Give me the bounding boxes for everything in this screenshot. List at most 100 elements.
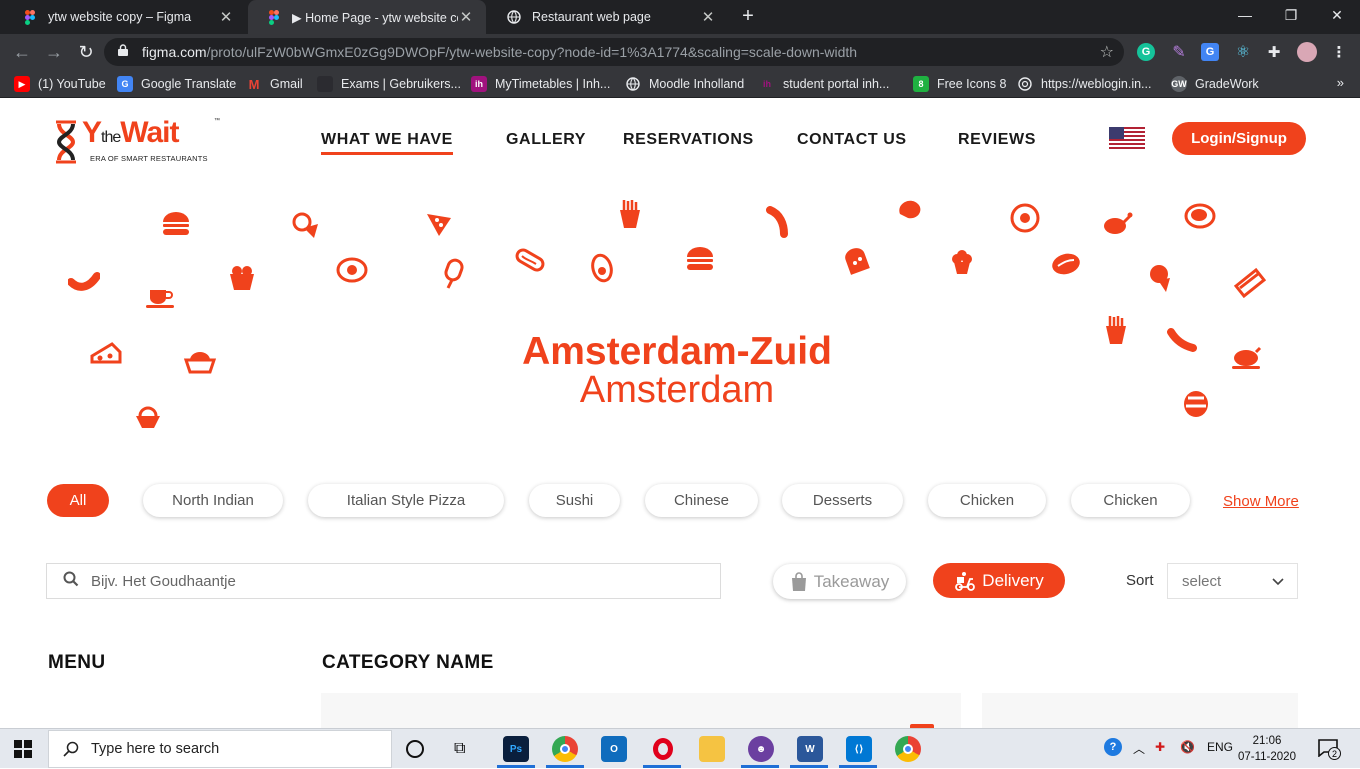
delivery-toggle[interactable]: Delivery [933, 563, 1065, 598]
menu-dots-icon[interactable]: ⋮ [1330, 43, 1348, 61]
avatar[interactable] [1297, 42, 1317, 62]
category-chip-chicken[interactable]: Chicken [928, 484, 1046, 517]
gmail-icon: M [248, 76, 260, 92]
minimize-button[interactable]: — [1222, 0, 1268, 30]
bookmark-icons8[interactable]: 8 Free Icons 8 [913, 76, 1006, 92]
clock[interactable]: 21:06 07-11-2020 [1238, 733, 1296, 765]
taskbar-search-input[interactable]: Type here to search [48, 730, 392, 768]
bookmark-label: GradeWork [1195, 77, 1259, 91]
back-icon[interactable]: ← [10, 40, 34, 64]
figma-icon [266, 9, 282, 25]
bookmark-exams[interactable]: Exams | Gebruikers... [317, 76, 461, 92]
nav-reviews[interactable]: REVIEWS [958, 131, 1036, 149]
category-chip-desserts[interactable]: Desserts [782, 484, 903, 517]
tab-title: ytw website copy – Figma [48, 10, 192, 24]
tab-home-page[interactable]: ▶ Home Page - ytw website copy ✕ [248, 0, 486, 34]
grammarly-icon[interactable]: G [1137, 43, 1155, 61]
chrome-icon[interactable] [552, 736, 578, 762]
bookmark-star-icon[interactable]: ☆ [1100, 42, 1114, 62]
nav-reservations[interactable]: RESERVATIONS [623, 131, 754, 149]
vscode-icon[interactable]: ⟨⟩ [846, 736, 872, 762]
bookmark-label: Moodle Inholland [649, 77, 745, 91]
bookmark-youtube[interactable]: ▶ (1) YouTube [14, 76, 106, 92]
category-chip-sushi[interactable]: Sushi [529, 484, 620, 517]
bookmark-mytimetables[interactable]: ih MyTimetables | Inh... [471, 76, 610, 92]
close-icon[interactable]: ✕ [700, 8, 716, 26]
sandwich-icon [1234, 267, 1266, 298]
bookmark-moodle[interactable]: Moodle Inholland [625, 76, 744, 92]
translate-icon[interactable]: G [1201, 43, 1219, 61]
bookmark-gmail[interactable]: M Gmail [246, 76, 303, 92]
coffee-cup-icon [146, 290, 174, 308]
volume-icon[interactable]: 🔇 [1180, 740, 1195, 754]
file-explorer-icon[interactable] [699, 736, 725, 762]
fried-egg-icon [336, 257, 368, 283]
chevron-up-icon[interactable]: ︿ [1133, 740, 1145, 757]
language-indicator[interactable]: ENG [1207, 740, 1233, 754]
bookmark-label: Gmail [270, 77, 303, 91]
cortana-icon[interactable] [406, 740, 424, 758]
bookmark-translate[interactable]: G Google Translate [117, 76, 236, 92]
sausage-icon [68, 272, 100, 291]
react-icon[interactable]: ⚛ [1234, 43, 1252, 61]
nav-contact-us[interactable]: CONTACT US [797, 131, 907, 149]
close-icon[interactable]: ✕ [458, 8, 474, 26]
app-cat-icon[interactable]: ☻ [748, 736, 774, 762]
us-flag-icon[interactable] [1109, 127, 1145, 151]
restaurant-card[interactable] [321, 693, 961, 728]
feather-icon[interactable]: ✎ [1170, 43, 1188, 61]
new-tab-button[interactable]: + [737, 5, 759, 27]
clock-date: 07-11-2020 [1238, 751, 1296, 763]
tab-title: Restaurant web page [532, 10, 651, 24]
pizza-slice-icon [427, 214, 451, 236]
windows-start-icon[interactable] [14, 740, 32, 763]
help-icon[interactable]: ? [1104, 738, 1122, 756]
word-icon[interactable]: W [797, 736, 823, 762]
outlook-icon[interactable]: O [601, 736, 627, 762]
nav-gallery[interactable]: GALLERY [506, 131, 586, 149]
category-chip-north-indian[interactable]: North Indian [143, 484, 283, 517]
task-view-icon[interactable]: ⧉ [454, 740, 465, 758]
forward-icon[interactable]: → [42, 40, 66, 64]
opera-icon[interactable] [650, 736, 676, 762]
hot-dog-icon [515, 248, 545, 272]
bookmark-label: https://weblogin.in... [1041, 77, 1152, 91]
sort-label: Sort [1126, 572, 1154, 589]
bookmark-student-portal[interactable]: ih student portal inh... [759, 76, 889, 92]
category-chip-chinese[interactable]: Chinese [645, 484, 758, 517]
bookmark-gradework[interactable]: GW GradeWork [1171, 76, 1259, 92]
tab-figma[interactable]: ytw website copy – Figma ✕ [4, 0, 246, 34]
browser-tab-strip: ytw website copy – Figma ✕ ▶ Home Page -… [0, 0, 1360, 34]
close-window-button[interactable]: ✕ [1314, 0, 1360, 30]
youtube-icon: ▶ [14, 76, 30, 92]
globe-icon [506, 9, 522, 25]
extensions-icon[interactable]: ✚ [1265, 43, 1283, 61]
takeaway-label: Takeaway [813, 571, 890, 591]
restaurant-card[interactable] [982, 693, 1298, 728]
show-more-link[interactable]: Show More [1223, 493, 1299, 510]
restaurant-search-input[interactable]: Bijv. Het Goudhaantje [46, 563, 721, 599]
tab-restaurant[interactable]: Restaurant web page ✕ [488, 0, 728, 34]
close-icon[interactable]: ✕ [218, 8, 234, 26]
category-chip-all[interactable]: All [47, 484, 109, 517]
login-signup-button[interactable]: Login/Signup [1172, 122, 1306, 155]
photoshop-icon[interactable]: Ps [503, 736, 529, 762]
notifications-icon[interactable]: 2 [1318, 739, 1341, 760]
bookmark-label: Exams | Gebruikers... [341, 77, 461, 91]
logo[interactable]: YtheWait ™ ERA OF SMART RESTAURANTS [52, 116, 222, 166]
chrome-icon[interactable] [895, 736, 921, 762]
inholland-icon: ih [763, 79, 771, 89]
network-icon[interactable]: ✚ [1155, 740, 1165, 754]
nav-what-we-have[interactable]: WHAT WE HAVE [321, 131, 453, 155]
address-bar[interactable]: figma.com/proto/ulFzW0bWGmxE0zGg9DWOpF/y… [104, 38, 1124, 66]
bookmarks-overflow-button[interactable]: » [1337, 75, 1344, 90]
sort-select[interactable]: select [1167, 563, 1298, 599]
category-chip-italian-pizza[interactable]: Italian Style Pizza [308, 484, 504, 517]
restore-button[interactable]: ❐ [1268, 0, 1314, 30]
reload-icon[interactable]: ↻ [74, 40, 98, 64]
bookmark-weblogin[interactable]: https://weblogin.in... [1017, 76, 1151, 92]
burger-icon [163, 212, 189, 235]
takeaway-toggle[interactable]: Takeaway [773, 564, 906, 599]
fried-egg-icon [1010, 203, 1040, 233]
category-chip-chicken-2[interactable]: Chicken [1071, 484, 1190, 517]
